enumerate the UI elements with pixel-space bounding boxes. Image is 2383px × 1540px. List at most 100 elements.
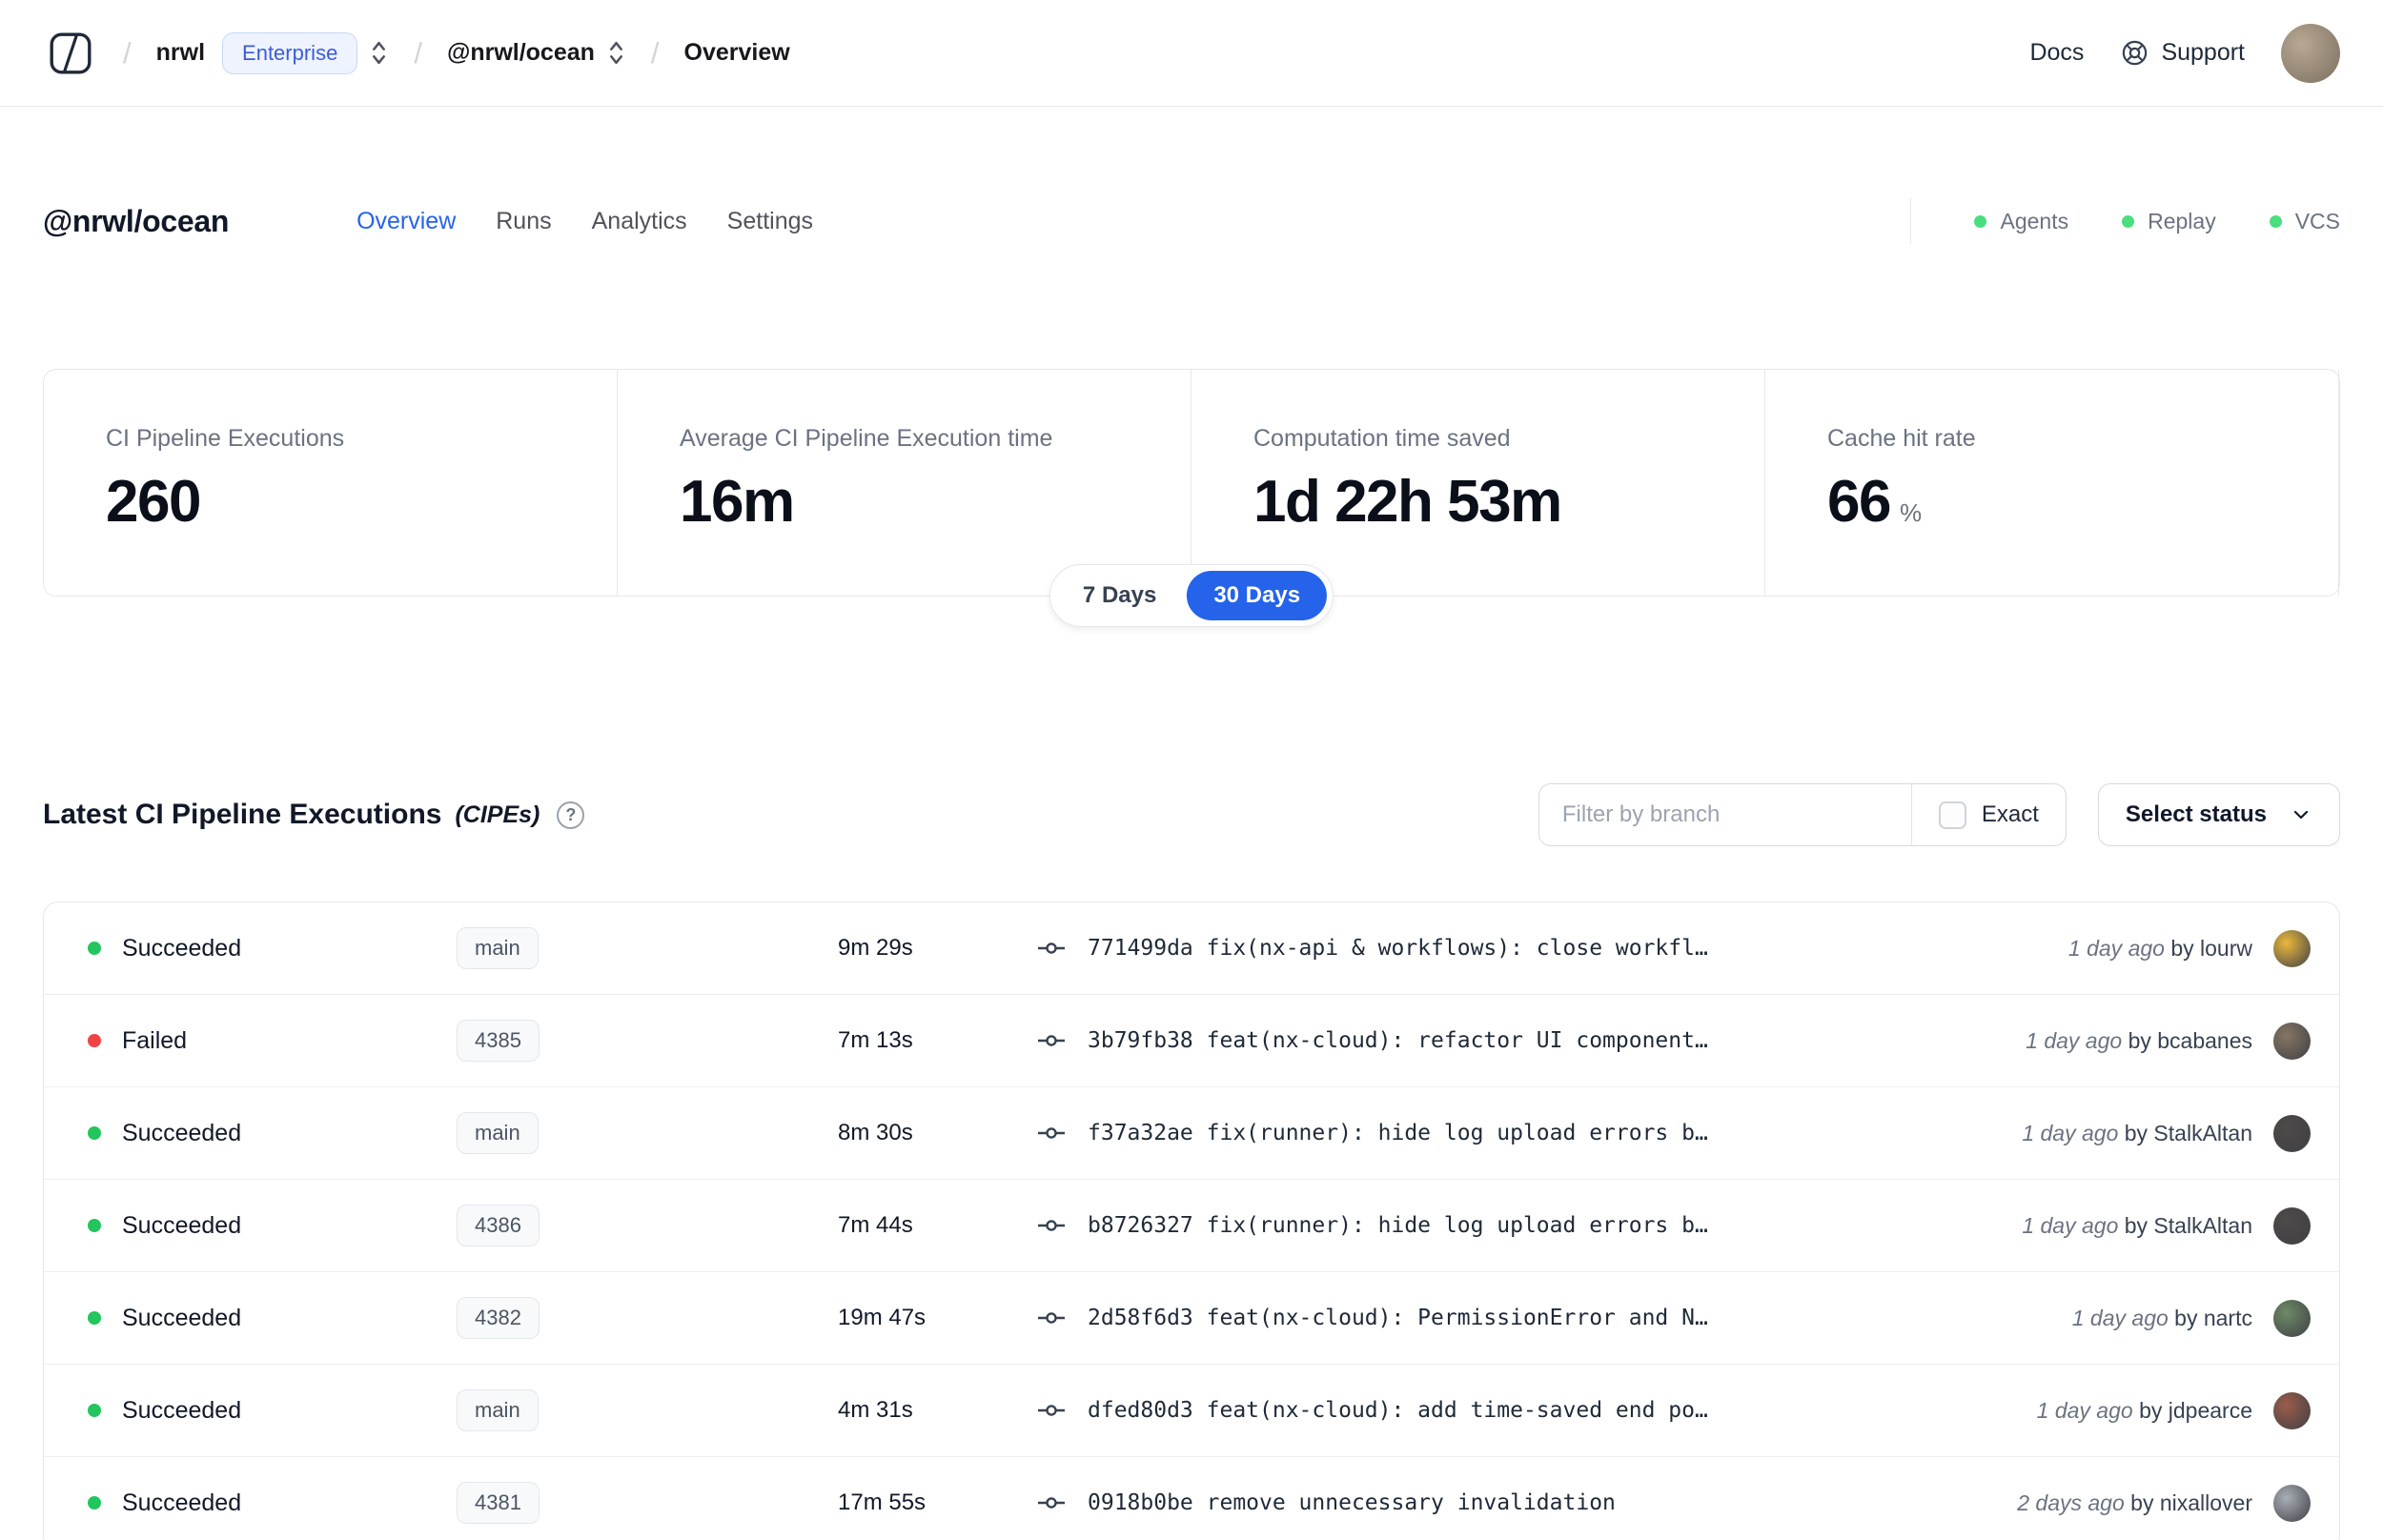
cipe-row[interactable]: Succeeded main 8m 30s f37a32ae fix(runne… [44,1087,2339,1180]
app-logo[interactable] [43,26,98,81]
select-status-dropdown[interactable]: Select status [2097,783,2340,846]
stat-cache-hit-rate: Cache hit rate 66% [1765,370,2339,596]
exact-label: Exact [1981,801,2039,827]
enterprise-badge[interactable]: Enterprise [222,31,358,74]
tab-settings[interactable]: Settings [723,202,817,241]
branch-cell: 4382 [457,1297,838,1339]
status-cell: Failed [88,1027,457,1055]
cipe-row[interactable]: Succeeded main 4m 31s dfed80d3 feat(nx-c… [44,1365,2339,1457]
indicator-agents[interactable]: Agents [1974,209,2068,234]
branch-cell: main [457,927,838,969]
branch-filter-input[interactable] [1538,784,1911,845]
status-label: Succeeded [122,1119,242,1146]
status-dot-icon [88,1404,101,1417]
exact-toggle[interactable]: Exact [1910,784,2066,845]
meta-cell: 1 day ago by nartc [2071,1299,2311,1337]
tab-overview[interactable]: Overview [353,202,459,241]
navbar-right: Docs Support [2029,23,2340,83]
commit-text[interactable]: 2d58f6d3 feat(nx-cloud): PermissionError… [1088,1306,1708,1330]
git-commit-icon [1036,1395,1067,1426]
cipe-row[interactable]: Succeeded 4381 17m 55s 0918b0be remove u… [44,1457,2339,1540]
exact-checkbox[interactable] [1938,800,1966,829]
status-dot-icon [88,1219,101,1232]
cipe-table: Succeeded main 9m 29s 771499da fix(nx-ap… [43,902,2340,1540]
author-avatar[interactable] [2273,1299,2311,1337]
meta-cell: 1 day ago by lourw [2067,929,2311,967]
stat-value: 260 [106,469,201,535]
indicator-vcs[interactable]: VCS [2269,209,2340,234]
workspace-indicators: Agents Replay VCS [1910,198,2340,244]
tab-runs[interactable]: Runs [492,202,555,241]
branch-badge[interactable]: 4385 [457,1020,540,1062]
stat-avg-execution-time: Average CI Pipeline Execution time 16m [618,370,1192,596]
row-time: 1 day ago [2071,1305,2175,1330]
workspace-title: @nrwl/ocean [43,203,230,238]
commit-text[interactable]: dfed80d3 feat(nx-cloud): add time-saved … [1088,1398,1708,1423]
row-author: by lourw [2170,935,2252,961]
git-commit-icon [1036,1025,1067,1056]
support-link[interactable]: Support [2120,38,2245,68]
cipe-row[interactable]: Succeeded main 9m 29s 771499da fix(nx-ap… [44,902,2339,995]
row-time: 1 day ago [2022,1120,2125,1145]
commit-cell: 771499da fix(nx-api & workflows): close … [1036,933,2040,963]
cipe-row[interactable]: Failed 4385 7m 13s 3b79fb38 feat(nx-clou… [44,995,2339,1087]
indicator-replay[interactable]: Replay [2122,209,2216,234]
branch-badge[interactable]: 4386 [457,1205,540,1246]
branch-badge[interactable]: 4381 [457,1482,540,1524]
commit-text[interactable]: f37a32ae fix(runner): hide log upload er… [1088,1121,1708,1145]
status-label: Failed [122,1026,188,1054]
range-7-days-button[interactable]: 7 Days [1056,571,1183,620]
status-cell: Succeeded [88,1212,457,1240]
branch-badge[interactable]: main [457,1112,539,1154]
meta-cell: 1 day ago by bcabanes [2026,1022,2311,1060]
breadcrumb-workspace[interactable]: @nrwl/ocean [447,39,595,67]
cipe-row[interactable]: Succeeded 4382 19m 47s 2d58f6d3 feat(nx-… [44,1272,2339,1365]
duration: 7m 44s [838,1212,913,1238]
user-avatar[interactable] [2281,23,2340,83]
duration: 4m 31s [838,1397,913,1423]
docs-link[interactable]: Docs [2029,39,2084,67]
stat-label: CI Pipeline Executions [106,425,345,452]
status-dot-icon [88,1311,101,1325]
row-time: 1 day ago [2067,935,2171,961]
cipe-row[interactable]: Succeeded 4386 7m 44s b8726327 fix(runne… [44,1180,2339,1272]
status-label: Succeeded [122,1489,242,1516]
status-cell: Succeeded [88,1489,457,1517]
branch-filter-group: Exact [1538,783,2067,846]
commit-cell: b8726327 fix(runner): hide log upload er… [1036,1210,1993,1241]
branch-badge[interactable]: 4382 [457,1297,540,1339]
duration: 17m 55s [838,1489,927,1515]
help-icon[interactable]: ? [557,800,585,829]
stat-ci-pipeline-executions: CI Pipeline Executions 260 [44,370,618,596]
branch-cell: main [457,1112,838,1154]
author-avatar[interactable] [2273,1391,2311,1429]
author-avatar[interactable] [2273,1206,2311,1245]
branch-badge[interactable]: main [457,1389,539,1431]
org-selector-chevron-icon[interactable] [369,38,389,68]
author-avatar[interactable] [2273,1484,2311,1522]
author-avatar[interactable] [2273,1114,2311,1152]
git-commit-icon [1036,1118,1067,1148]
git-commit-icon [1036,933,1067,963]
duration: 7m 13s [838,1027,913,1053]
commit-cell: 0918b0be remove unnecessary invalidation [1036,1488,1988,1518]
stat-computation-time-saved: Computation time saved 1d 22h 53m [1192,370,1765,596]
cipes-title: Latest CI Pipeline Executions [43,799,442,830]
commit-text[interactable]: 0918b0be remove unnecessary invalidation [1088,1490,1616,1515]
duration: 8m 30s [838,1120,913,1145]
workspace-selector-chevron-icon[interactable] [606,38,626,68]
workspace-header: @nrwl/ocean Overview Runs Analytics Sett… [43,198,2340,244]
breadcrumb-org[interactable]: nrwl [156,39,205,67]
branch-cell: 4386 [457,1205,838,1246]
commit-text[interactable]: b8726327 fix(runner): hide log upload er… [1088,1213,1708,1238]
branch-badge[interactable]: main [457,927,539,969]
row-author: by jdpearce [2139,1397,2252,1423]
stat-value: 1d 22h 53m [1253,469,1562,535]
author-avatar[interactable] [2273,929,2311,967]
duration: 19m 47s [838,1305,927,1330]
author-avatar[interactable] [2273,1022,2311,1060]
range-30-days-button[interactable]: 30 Days [1187,571,1328,620]
commit-text[interactable]: 3b79fb38 feat(nx-cloud): refactor UI com… [1088,1028,1708,1053]
commit-text[interactable]: 771499da fix(nx-api & workflows): close … [1088,936,1708,961]
tab-analytics[interactable]: Analytics [588,202,691,241]
